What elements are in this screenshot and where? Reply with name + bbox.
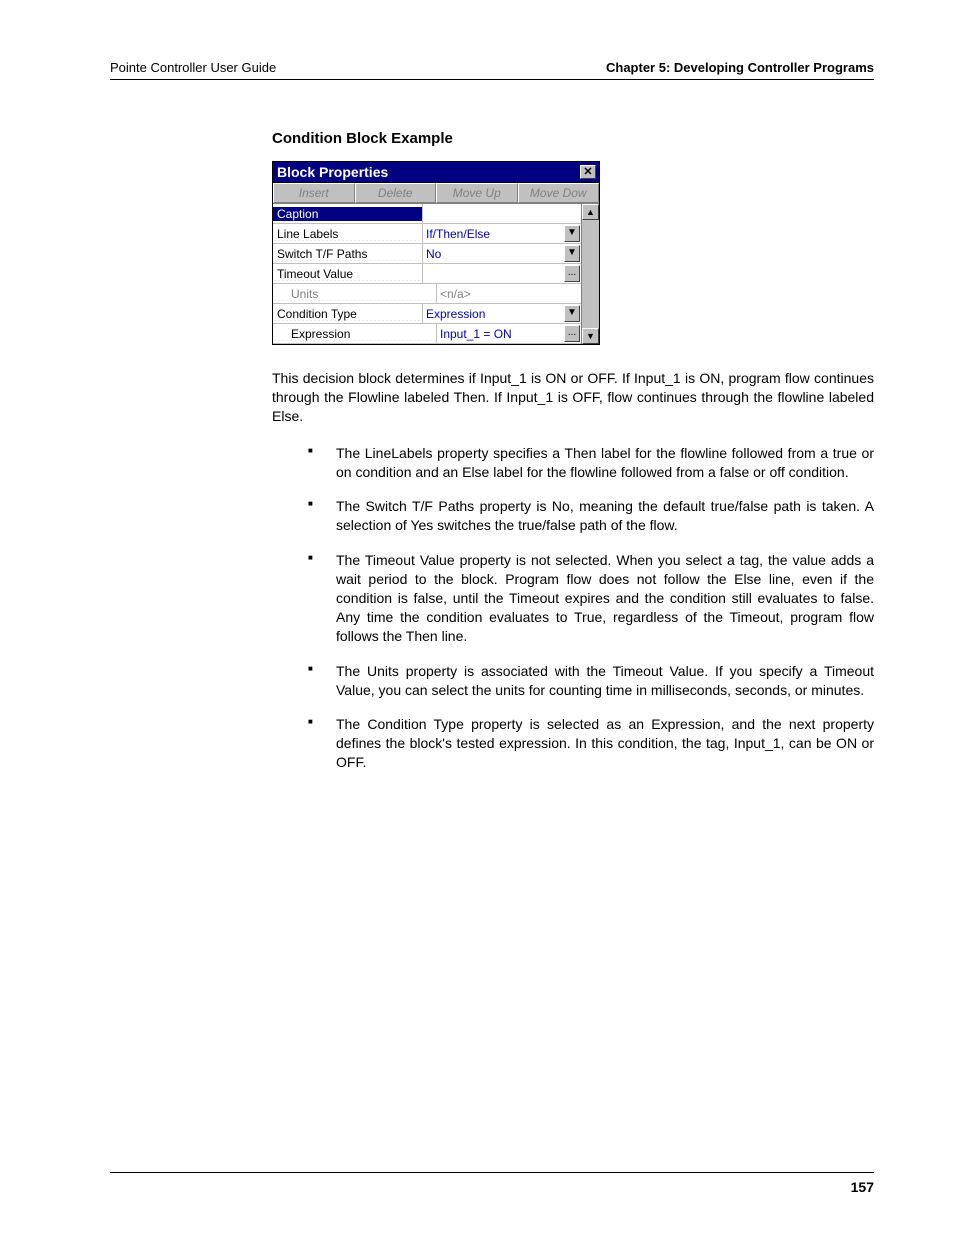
property-row-condition-type[interactable]: Condition Type Expression ▼	[273, 304, 581, 324]
header-left: Pointe Controller User Guide	[110, 60, 276, 75]
property-label: Condition Type	[273, 307, 422, 321]
property-row-switch-paths[interactable]: Switch T/F Paths No ▼	[273, 244, 581, 264]
list-item: The Timeout Value property is not select…	[308, 551, 874, 645]
property-label: Units	[273, 287, 436, 301]
property-row-expression[interactable]: Expression Input_1 = ON ...	[273, 324, 581, 344]
list-item: The Condition Type property is selected …	[308, 715, 874, 772]
property-label: Caption	[273, 207, 422, 221]
ellipsis-icon[interactable]: ...	[564, 325, 580, 342]
block-properties-window: Block Properties ✕ Insert Delete Move Up…	[272, 161, 600, 345]
chevron-down-icon[interactable]: ▼	[564, 305, 580, 322]
property-value[interactable]: Input_1 = ON	[436, 324, 564, 343]
property-value[interactable]: If/Then/Else	[422, 224, 564, 243]
close-icon[interactable]: ✕	[580, 165, 596, 179]
property-row-units[interactable]: Units <n/a>	[273, 284, 581, 304]
property-label: Expression	[273, 327, 436, 341]
window-titlebar[interactable]: Block Properties ✕	[273, 162, 599, 183]
property-row-line-labels[interactable]: Line Labels If/Then/Else ▼	[273, 224, 581, 244]
list-item: The Switch T/F Paths property is No, mea…	[308, 497, 874, 535]
scrollbar[interactable]: ▲ ▼	[581, 204, 599, 344]
window-toolbar: Insert Delete Move Up Move Dow	[273, 183, 599, 204]
list-item: The Units property is associated with th…	[308, 662, 874, 700]
property-value[interactable]: No	[422, 244, 564, 263]
list-item: The LineLabels property specifies a Then…	[308, 444, 874, 482]
property-label: Line Labels	[273, 227, 422, 241]
property-label: Timeout Value	[273, 267, 422, 281]
move-up-button[interactable]: Move Up	[436, 183, 518, 203]
property-row-timeout[interactable]: Timeout Value ...	[273, 264, 581, 284]
property-value[interactable]: Expression	[422, 304, 564, 323]
page-header: Pointe Controller User Guide Chapter 5: …	[110, 60, 874, 80]
scroll-down-icon[interactable]: ▼	[582, 328, 599, 344]
section-title: Condition Block Example	[272, 130, 874, 147]
move-down-button[interactable]: Move Dow	[518, 183, 600, 203]
intro-paragraph: This decision block determines if Input_…	[272, 369, 874, 426]
delete-button[interactable]: Delete	[355, 183, 437, 203]
chevron-down-icon[interactable]: ▼	[564, 245, 580, 262]
ellipsis-icon[interactable]: ...	[564, 265, 580, 282]
header-right: Chapter 5: Developing Controller Program…	[606, 60, 874, 75]
property-label: Switch T/F Paths	[273, 247, 422, 261]
scroll-up-icon[interactable]: ▲	[582, 204, 599, 220]
property-row-caption[interactable]: Caption	[273, 204, 581, 224]
property-value[interactable]	[422, 264, 564, 283]
page-number: 157	[851, 1179, 874, 1195]
window-title: Block Properties	[277, 164, 388, 180]
property-value[interactable]	[422, 204, 581, 223]
chevron-down-icon[interactable]: ▼	[564, 225, 580, 242]
bullet-list: The LineLabels property specifies a Then…	[308, 444, 874, 772]
property-value: <n/a>	[436, 284, 581, 303]
page-footer: 157	[110, 1172, 874, 1195]
insert-button[interactable]: Insert	[273, 183, 355, 203]
properties-grid: Caption Line Labels If/Then/Else ▼ Switc…	[273, 204, 581, 344]
